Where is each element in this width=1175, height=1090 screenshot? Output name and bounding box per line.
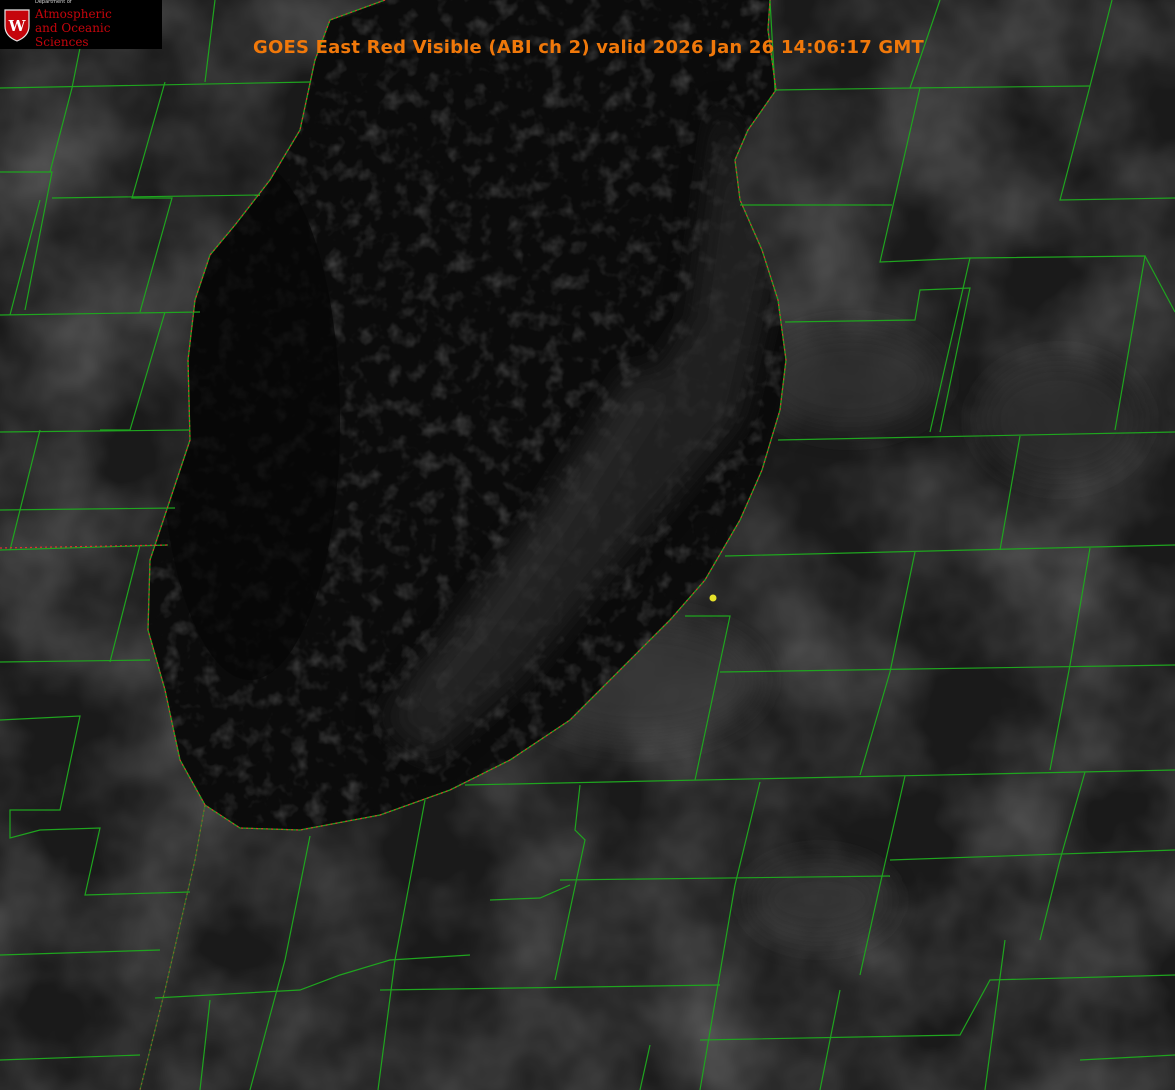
- satellite-viewer: W Department of Atmospheric and Oceanic …: [0, 0, 1175, 1090]
- svg-text:W: W: [8, 17, 27, 35]
- logo-department: Department of: [35, 0, 72, 5]
- image-title: GOES East Red Visible (ABI ch 2) valid 2…: [252, 37, 924, 58]
- satellite-image: [0, 0, 1175, 1090]
- logo-line1: Atmospheric: [35, 7, 112, 21]
- station-dot-icon: [709, 594, 717, 602]
